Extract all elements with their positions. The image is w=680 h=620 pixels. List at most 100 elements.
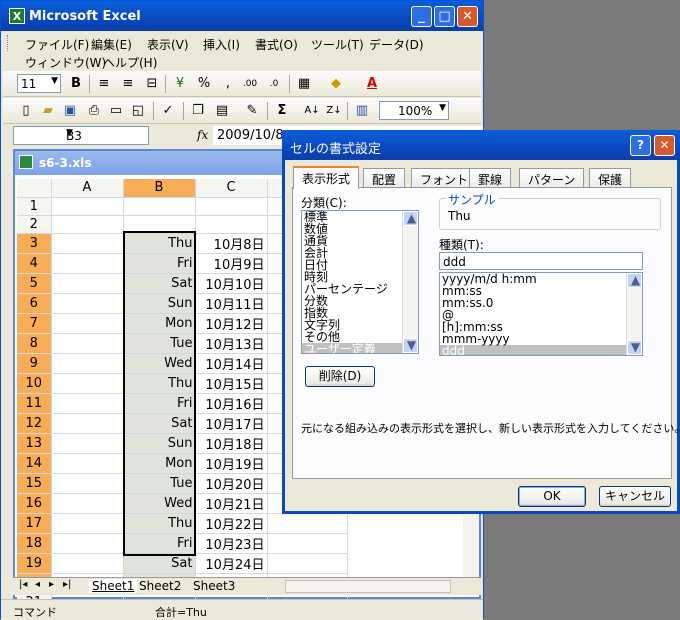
row-header[interactable]: 17 bbox=[17, 513, 52, 534]
close-icon[interactable]: ✕ bbox=[654, 135, 675, 156]
row-header[interactable]: 13 bbox=[17, 433, 52, 454]
type-item[interactable]: mm:ss.0 bbox=[440, 297, 642, 309]
cell-d[interactable] bbox=[267, 553, 348, 574]
tab-protection[interactable]: 保護 bbox=[589, 168, 632, 188]
cell-a[interactable] bbox=[51, 253, 124, 274]
paste-icon[interactable]: ▤ bbox=[213, 102, 231, 120]
category-list[interactable]: 標準 数値 通貨 会計 日付 時刻 パーセンテージ 分数 指数 文字列 その他 ユーザー定義 ▲ ▼ bbox=[301, 210, 419, 354]
horizontal-scrollbar[interactable] bbox=[285, 580, 451, 593]
cell-a[interactable] bbox=[51, 493, 124, 514]
cell-c[interactable]: 10月20日 bbox=[195, 473, 268, 494]
tab-font[interactable]: フォント bbox=[411, 168, 478, 188]
cell-c[interactable]: 10月23日 bbox=[195, 533, 268, 554]
cell-a[interactable] bbox=[51, 333, 124, 354]
font-color-icon[interactable]: A bbox=[363, 75, 381, 93]
type-item[interactable]: ddd bbox=[440, 345, 642, 355]
autosum-icon[interactable]: Σ bbox=[273, 102, 291, 120]
cell-c[interactable]: 10月18日 bbox=[195, 433, 268, 454]
row-header[interactable]: 14 bbox=[17, 453, 52, 474]
next-sheet-icon[interactable]: ▸ bbox=[49, 579, 54, 590]
cell-c[interactable]: 10月9日 bbox=[195, 253, 268, 274]
cell-c[interactable]: 10月22日 bbox=[195, 513, 268, 534]
row-header[interactable]: 10 bbox=[17, 373, 52, 394]
row-header[interactable]: 2 bbox=[17, 215, 52, 234]
cell-c[interactable]: 10月16日 bbox=[195, 393, 268, 414]
cancel-button[interactable]: キャンセル bbox=[599, 486, 671, 507]
sort-descending-icon[interactable]: Z↓ bbox=[325, 102, 343, 120]
row-header[interactable]: 12 bbox=[17, 413, 52, 434]
cell-c[interactable]: 10月8日 bbox=[195, 233, 268, 254]
cell-a[interactable] bbox=[51, 273, 124, 294]
cell-c[interactable]: 10月11日 bbox=[195, 293, 268, 314]
menu-window[interactable]: ウィンドウ(W) bbox=[25, 54, 106, 71]
row-header[interactable]: 3 bbox=[17, 233, 52, 254]
sheet-tab-1[interactable]: Sheet1 bbox=[89, 579, 138, 593]
scroll-down-icon[interactable]: ▼ bbox=[403, 338, 418, 353]
ok-button[interactable]: OK bbox=[518, 486, 586, 507]
fx-icon[interactable]: fx bbox=[197, 128, 208, 142]
row-header[interactable]: 6 bbox=[17, 293, 52, 314]
cell-b[interactable] bbox=[123, 197, 196, 216]
chart-wizard-icon[interactable]: ▥ bbox=[353, 102, 371, 120]
increase-decimal-icon[interactable]: .00 bbox=[241, 75, 259, 93]
row-header[interactable]: 11 bbox=[17, 393, 52, 414]
type-scrollbar[interactable]: ▲ ▼ bbox=[626, 273, 642, 355]
cell-a[interactable] bbox=[51, 453, 124, 474]
cell-c[interactable] bbox=[195, 197, 268, 216]
spelling-icon[interactable]: ✓ bbox=[159, 102, 177, 120]
cell-c[interactable]: 10月21日 bbox=[195, 493, 268, 514]
column-header-a[interactable]: A bbox=[51, 179, 124, 198]
zoom-select[interactable]: 100% ▼ bbox=[379, 101, 449, 120]
cell-d[interactable] bbox=[267, 533, 348, 554]
save-icon[interactable]: ▣ bbox=[61, 102, 79, 120]
percent-icon[interactable]: % bbox=[195, 75, 213, 93]
currency-icon[interactable]: ¥ bbox=[171, 75, 189, 93]
cell-c[interactable] bbox=[195, 215, 268, 234]
cell-a[interactable] bbox=[51, 473, 124, 494]
fill-color-icon[interactable]: ◆ bbox=[327, 75, 345, 93]
tab-patterns[interactable]: パターン bbox=[519, 168, 585, 188]
row-header[interactable]: 7 bbox=[17, 313, 52, 334]
cell-c[interactable]: 10月15日 bbox=[195, 373, 268, 394]
cell-c[interactable]: 10月13日 bbox=[195, 333, 268, 354]
cell-a[interactable] bbox=[51, 433, 124, 454]
borders-icon[interactable]: ▦ bbox=[295, 75, 313, 93]
cell-a[interactable] bbox=[51, 313, 124, 334]
row-header[interactable]: 9 bbox=[17, 353, 52, 374]
column-header-b[interactable]: B bbox=[123, 179, 196, 198]
align-center-icon[interactable]: ≡ bbox=[119, 75, 137, 93]
comma-icon[interactable]: , bbox=[219, 75, 237, 93]
align-left-icon[interactable]: ≡ bbox=[95, 75, 113, 93]
dialog-title-bar[interactable]: セルの書式設定 ? ✕ bbox=[282, 130, 680, 160]
bold-icon[interactable]: B bbox=[67, 75, 85, 93]
scroll-up-icon[interactable]: ▲ bbox=[403, 211, 418, 226]
new-icon[interactable]: ▯ bbox=[17, 102, 35, 120]
cell-c[interactable]: 10月17日 bbox=[195, 413, 268, 434]
cell-d[interactable] bbox=[267, 513, 348, 534]
cell-a[interactable] bbox=[51, 197, 124, 216]
cell-a[interactable] bbox=[51, 413, 124, 434]
maximize-icon[interactable]: □ bbox=[434, 6, 455, 27]
print-preview-icon[interactable]: ▭ bbox=[107, 102, 125, 120]
tab-alignment[interactable]: 配置 bbox=[363, 168, 406, 188]
row-header[interactable]: 8 bbox=[17, 333, 52, 354]
row-header[interactable]: 4 bbox=[17, 253, 52, 274]
row-header[interactable]: 1 bbox=[17, 197, 52, 216]
row-header[interactable]: 15 bbox=[17, 473, 52, 494]
open-icon[interactable]: ▰ bbox=[39, 102, 57, 120]
type-item[interactable]: mmm-yyyy bbox=[440, 333, 642, 345]
last-sheet-icon[interactable]: ▸| bbox=[63, 579, 71, 590]
font-size-select[interactable]: 11 ▼ bbox=[17, 74, 61, 93]
category-scrollbar[interactable]: ▲ ▼ bbox=[402, 211, 418, 353]
close-icon[interactable]: ✕ bbox=[457, 6, 478, 27]
type-input[interactable]: ddd bbox=[439, 252, 643, 270]
cell-c[interactable]: 10月19日 bbox=[195, 453, 268, 474]
row-header[interactable]: 19 bbox=[17, 553, 52, 574]
cell-c[interactable]: 10月14日 bbox=[195, 353, 268, 374]
print-icon[interactable]: ⎙ bbox=[85, 102, 103, 120]
cell-c[interactable]: 10月24日 bbox=[195, 553, 268, 574]
category-item[interactable]: ユーザー定義 bbox=[302, 343, 418, 353]
prev-sheet-icon[interactable]: ◂ bbox=[35, 579, 40, 590]
cell-a[interactable] bbox=[51, 353, 124, 374]
tab-number[interactable]: 表示形式 bbox=[293, 166, 360, 189]
